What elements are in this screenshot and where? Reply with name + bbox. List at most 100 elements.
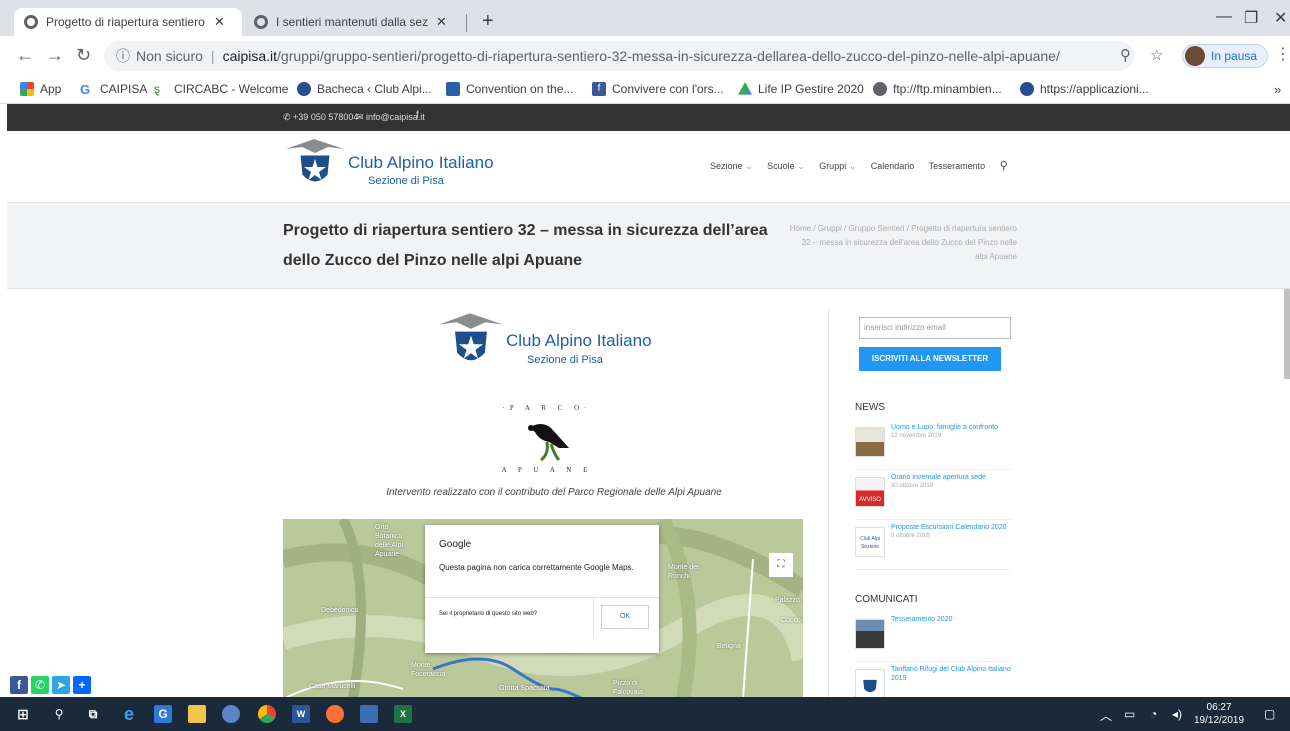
site-header: Club Alpino Italiano Sezione di Pisa Sez… [7,131,1290,203]
bookmarks-more-icon[interactable]: » [1274,82,1281,97]
search-icon[interactable]: ⚲ [1000,160,1008,172]
facebook-icon[interactable]: f [416,110,419,121]
whatsapp-share-icon[interactable]: ✆ [31,676,49,694]
bookmark-apps[interactable]: App [20,82,61,96]
tray-chevron-icon[interactable]: ︿ [1100,707,1112,724]
map-label: Palazzo [775,597,800,604]
bookmark-ftp[interactable]: ftp://ftp.minambien... [873,82,1002,96]
reload-icon[interactable]: ↻ [76,45,91,66]
app-icon[interactable] [222,705,240,723]
excel-icon[interactable]: X [394,705,412,723]
file-explorer-icon[interactable] [188,705,206,723]
tab-title: I sentieri mantenuti dalla sezione – Clu… [276,15,428,29]
page-scrollbar[interactable] [1284,289,1290,379]
app-icon[interactable]: G [154,705,172,723]
dialog-ok-button[interactable]: OK [601,605,649,629]
cai-logo-icon[interactable] [284,135,346,193]
nav-calendario[interactable]: Calendario [871,161,915,171]
bird-icon [528,424,569,462]
comunicati-item[interactable]: Tariffario Rifugi del Club Alpino Italia… [855,665,1015,697]
comunicati-title[interactable]: Tariffario Rifugi del Club Alpino Italia… [891,666,1011,682]
map-label: Case Marucelli [309,683,356,690]
news-heading: NEWS [855,402,885,413]
news-title[interactable]: Orario invernale apertura sede [891,474,986,481]
drive-icon [738,82,752,95]
news-date: 12 novembre 2019 [891,433,942,439]
nav-gruppi[interactable]: Gruppi [819,161,856,171]
globe-icon [254,15,268,29]
forward-icon[interactable]: → [46,45,64,66]
comunicati-thumbnail [855,619,885,649]
minimize-button[interactable]: — [1216,8,1232,26]
url-host: caipisa.it [222,48,278,64]
bookmarks-bar: App G CAIPISA ȿ CIRCABC - Welcome Bacheca … [0,76,1290,104]
email-link[interactable]: ✉ info@caipisa.it [356,112,425,123]
nav-scuole[interactable]: Scuole [767,161,805,171]
edge-icon[interactable]: e [120,705,138,723]
nav-tesseramento[interactable]: Tesseramento [929,161,986,171]
word-icon[interactable]: W [292,705,310,723]
news-title[interactable]: Uomo e Lupo: famiglie a confronto [891,424,998,431]
tab-divider [466,14,467,32]
profile-button[interactable]: In pausa [1182,44,1269,68]
bookmark-convivere[interactable]: f Convivere con l'ors... [592,82,724,96]
battery-icon[interactable]: ▭ [1124,707,1135,721]
close-icon[interactable]: ✕ [436,14,447,30]
taskbar-clock[interactable]: 06:27 19/12/2019 [1194,701,1244,727]
tab-active[interactable]: Progetto di riapertura sentiero 32 – mes… [14,8,242,36]
facebook-share-icon[interactable]: f [10,676,28,694]
task-view-icon[interactable]: ⧉ [84,705,102,723]
address-bar[interactable]: ⓘ Non sicuro | caipisa.it /gruppi/gruppo… [104,41,1134,71]
tab-inactive[interactable]: I sentieri mantenuti dalla sezione – Clu… [244,8,464,36]
phone-link[interactable]: ✆ +39 050 578004 [283,112,358,123]
avatar [1185,46,1205,66]
chrome-icon[interactable] [258,705,276,723]
news-item[interactable]: AVVISO Orario invernale apertura sede 30 … [855,473,1015,520]
bookmark-caipisa[interactable]: G CAIPISA [80,82,147,97]
fullscreen-icon[interactable]: ⛶ [769,553,793,577]
google-map[interactable]: Orto Botanico delle Alpi Apuane Debedoni… [283,519,803,697]
security-label: Non sicuro [136,48,203,64]
newsletter-email-input[interactable]: inserisci indirizzo email [859,317,1011,339]
news-date: 30 ottobre 2019 [891,483,934,489]
breadcrumb[interactable]: Home / Gruppi / Gruppo Sentieri / Proget… [787,222,1017,264]
new-tab-button[interactable]: + [482,11,494,31]
bookmark-convention[interactable]: Convention on the... [446,82,573,96]
map-label: Monte dei Ronchi [668,564,699,580]
bookmark-life-ip[interactable]: Life IP Gestire 2020 [738,82,864,96]
volume-icon[interactable]: ◂) [1172,707,1182,721]
newsletter-subscribe-button[interactable]: ISCRIVITI ALLA NEWSLETTER [859,347,1001,371]
map-label: Debedonico [321,607,359,614]
image-caption: Intervento realizzato con il contributo … [386,487,722,498]
comunicati-item[interactable]: Tesseramento 2020 [855,615,1015,662]
bookmark-star-icon[interactable]: ☆ [1150,46,1163,64]
search-icon[interactable]: ⚲ [50,705,68,723]
apps-grid-icon [20,82,34,96]
restore-button[interactable]: ❐ [1244,8,1258,28]
bookmark-circabc[interactable]: ȿ CIRCABC - Welcome [154,82,288,96]
close-window-button[interactable]: ✕ [1274,8,1287,28]
menu-icon[interactable]: ⋮ [1275,44,1290,64]
news-title[interactable]: Proposte Escursioni Calendario 2020 [891,524,1007,531]
wifi-icon[interactable]: ◔ [1150,707,1157,721]
comunicati-title[interactable]: Tesseramento 2020 [891,616,952,623]
notifications-icon[interactable]: ▢ [1264,707,1275,721]
nav-sezione[interactable]: Sezione [710,161,753,171]
bookmark-bacheca[interactable]: Bacheca ‹ Club Alpi... [297,82,432,96]
comunicati-divider [855,661,1011,662]
info-icon[interactable]: ⓘ [116,46,130,66]
windows-start-icon[interactable]: ⊞ [14,705,32,723]
close-icon[interactable]: ✕ [214,14,225,30]
app-icon[interactable] [360,705,378,723]
bookmark-applicazioni[interactable]: https://applicazioni... [1020,82,1149,96]
telegram-share-icon[interactable]: ➤ [52,676,70,694]
news-thumbnail [855,427,885,457]
back-icon[interactable]: ← [16,45,34,66]
news-item[interactable]: Club Alpi Sezione Proposte Escursioni Ca… [855,523,1015,570]
add-share-icon[interactable]: + [73,676,91,694]
globe-icon [873,82,887,96]
zoom-icon[interactable]: ⚲ [1120,46,1131,64]
firefox-icon[interactable] [326,705,344,723]
news-item[interactable]: Uomo e Lupo: famiglie a confronto 12 nove… [855,423,1015,470]
logo-title: Club Alpino Italiano [506,331,652,350]
